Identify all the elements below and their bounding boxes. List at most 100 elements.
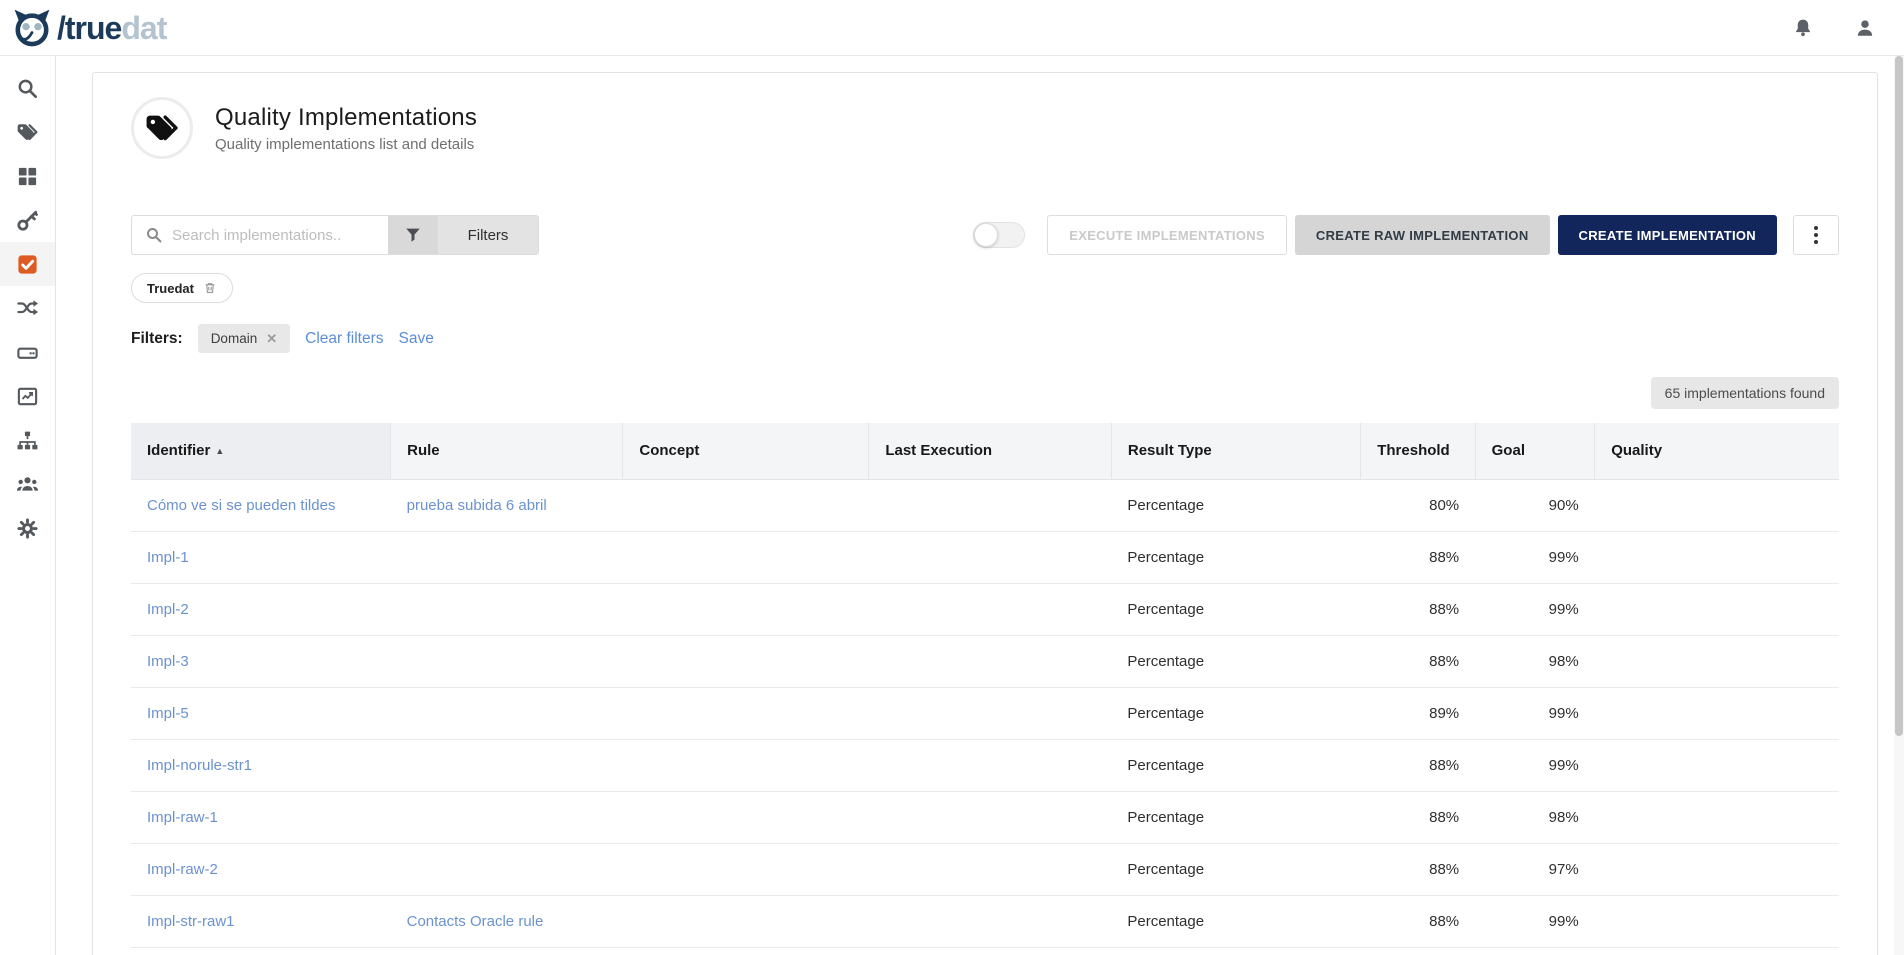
save-filters-link[interactable]: Save: [399, 330, 434, 348]
topbar: /truedat: [0, 0, 1904, 56]
quality-cell: [1594, 635, 1839, 688]
clear-filters-link[interactable]: Clear filters: [305, 330, 383, 348]
sidebar-item-quality[interactable]: [0, 242, 55, 286]
last-execution-cell: [868, 479, 1112, 532]
quality-cell: [1594, 895, 1839, 948]
quality-cell: [1594, 583, 1839, 636]
page-subtitle: Quality implementations list and details: [215, 135, 475, 153]
chart-icon: [16, 385, 39, 408]
column-header-result-type[interactable]: Result Type: [1110, 423, 1361, 480]
identifier-link[interactable]: Impl-5: [131, 687, 391, 740]
sidebar-item-permissions[interactable]: [0, 198, 55, 242]
chip-label: Domain: [210, 331, 258, 346]
main-content: Quality Implementations Quality implemen…: [56, 56, 1904, 955]
goal-cell: 99%: [1475, 687, 1595, 740]
concept-cell: [622, 531, 869, 584]
result-type-cell: Percentage: [1111, 635, 1361, 688]
threshold-cell: 88%: [1360, 583, 1476, 636]
last-execution-cell: [868, 583, 1112, 636]
table-header-row: Identifier ▲ Rule Concept Last Execution Resu…: [131, 423, 1839, 480]
result-type-cell: Percentage: [1111, 583, 1361, 636]
column-header-rule[interactable]: Rule: [390, 423, 623, 480]
table-row: Impl-str-raw1 Contacts Oracle rule Percent…: [131, 895, 1839, 948]
search-icon: [16, 77, 39, 100]
table-row: Impl-5 Percentage 89% 99%: [131, 687, 1839, 740]
search-box: Filters: [131, 215, 539, 255]
tags-icon: [16, 121, 39, 144]
more-options-kebab-button[interactable]: [1793, 215, 1839, 255]
goal-cell: 99%: [1475, 895, 1595, 948]
column-header-concept[interactable]: Concept: [622, 423, 869, 480]
sidebar-item-search[interactable]: [0, 66, 55, 110]
column-header-threshold[interactable]: Threshold: [1360, 423, 1476, 480]
page-title: Quality Implementations: [215, 103, 478, 131]
notifications-bell-icon[interactable]: [1792, 17, 1814, 39]
search-input[interactable]: [172, 226, 378, 244]
concept-cell: [622, 739, 869, 792]
column-header-identifier[interactable]: Identifier ▲: [131, 423, 391, 480]
identifier-link[interactable]: Impl-3: [131, 635, 391, 688]
identifier-link[interactable]: Impl-2: [131, 583, 391, 636]
sidebar: [0, 56, 56, 955]
identifier-link[interactable]: Impl-1: [131, 531, 391, 584]
identifier-link[interactable]: Impl-str-raw1: [131, 895, 391, 948]
create-raw-implementation-button[interactable]: CREATE RAW IMPLEMENTATION: [1294, 215, 1550, 255]
table-row: Impl-raw-1 Percentage 88% 98%: [131, 791, 1839, 844]
toolbar: Filters EXECUTE IMPLEMENTATIONS CREATE R…: [131, 215, 1839, 255]
users-icon: [16, 473, 39, 496]
filters-button[interactable]: Filters: [438, 216, 538, 254]
quality-cell: [1594, 843, 1839, 896]
last-execution-cell: [868, 739, 1112, 792]
page-icon-badge: [131, 97, 193, 159]
filters-label: Filters:: [131, 329, 183, 347]
result-type-cell: Percentage: [1111, 739, 1361, 792]
truedat-logo[interactable]: /truedat: [10, 6, 167, 50]
column-header-goal[interactable]: Goal: [1474, 423, 1595, 480]
sidebar-item-lineage[interactable]: [0, 286, 55, 330]
sidebar-item-glossary[interactable]: [0, 110, 55, 154]
concept-cell: [622, 687, 869, 740]
remove-chip-icon[interactable]: ✕: [266, 332, 277, 345]
quality-cell: [1594, 739, 1839, 792]
threshold-cell: 88%: [1360, 843, 1476, 896]
sidebar-item-dashboard[interactable]: [0, 154, 55, 198]
identifier-link[interactable]: Cómo ve si se pueden tildes: [131, 479, 391, 532]
create-implementation-button[interactable]: CREATE IMPLEMENTATION: [1557, 215, 1777, 255]
toggle-knob: [974, 223, 999, 247]
sidebar-item-structures[interactable]: [0, 330, 55, 374]
execute-toggle[interactable]: [973, 222, 1026, 248]
applied-filter-pill-truedat[interactable]: Truedat: [131, 273, 233, 303]
rule-link[interactable]: Contacts Oracle rule: [390, 895, 623, 948]
rule-link[interactable]: prueba subida 6 abril: [390, 479, 623, 532]
sidebar-item-domains[interactable]: [0, 418, 55, 462]
drive-icon: [16, 341, 39, 364]
goal-cell: 98%: [1475, 635, 1595, 688]
user-profile-icon[interactable]: [1854, 17, 1876, 39]
execute-implementations-button[interactable]: EXECUTE IMPLEMENTATIONS: [1047, 215, 1287, 255]
identifier-link[interactable]: Impl-norule-str1: [131, 739, 391, 792]
implementations-table: Identifier ▲ Rule Concept Last Execution Resu…: [131, 423, 1839, 948]
tags-icon: [144, 113, 180, 144]
sidebar-item-settings[interactable]: [0, 506, 55, 550]
column-header-quality[interactable]: Quality: [1594, 423, 1839, 480]
rule-link: [390, 791, 623, 844]
kebab-icon: [1814, 226, 1818, 230]
table-row: Cómo ve si se pueden tildes prueba subida…: [131, 479, 1839, 532]
threshold-cell: 88%: [1360, 791, 1476, 844]
rule-link: [390, 583, 623, 636]
last-execution-cell: [868, 687, 1112, 740]
identifier-link[interactable]: Impl-raw-1: [131, 791, 391, 844]
scrollbar-thumb[interactable]: [1895, 56, 1903, 736]
sitemap-icon: [16, 429, 39, 452]
page-scrollbar[interactable]: [1894, 56, 1904, 955]
sidebar-item-insights[interactable]: [0, 374, 55, 418]
sidebar-item-users[interactable]: [0, 462, 55, 506]
results-count-badge: 65 implementations found: [1650, 377, 1839, 409]
filter-funnel-button[interactable]: [388, 216, 438, 254]
column-header-last-execution[interactable]: Last Execution: [868, 423, 1112, 480]
trash-icon[interactable]: [203, 281, 217, 295]
result-type-cell: Percentage: [1111, 791, 1361, 844]
rule-link: [390, 531, 623, 584]
goal-cell: 99%: [1475, 583, 1595, 636]
identifier-link[interactable]: Impl-raw-2: [131, 843, 391, 896]
